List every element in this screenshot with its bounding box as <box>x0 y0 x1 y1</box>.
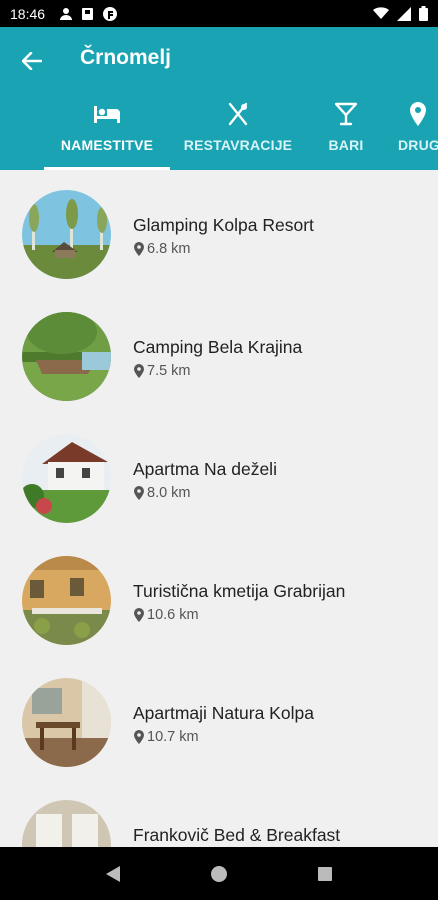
item-name: Turistična kmetija Grabrijan <box>133 581 346 601</box>
item-thumbnail <box>22 800 111 847</box>
save-notification-icon <box>82 7 94 20</box>
wifi-icon <box>373 7 389 19</box>
tab-bari[interactable]: BARI <box>318 101 374 170</box>
item-name: Glamping Kolpa Resort <box>133 215 314 235</box>
location-pin-icon <box>134 486 144 500</box>
distance-value: 6.8 km <box>147 241 191 257</box>
fork-knife-icon <box>228 102 248 126</box>
list-item[interactable]: Camping Bela Krajina 7.5 km <box>0 292 438 414</box>
item-name: Camping Bela Krajina <box>133 337 303 357</box>
item-distance: 7.5 km <box>134 363 191 379</box>
item-thumbnail <box>22 678 111 767</box>
bed-icon <box>94 106 120 123</box>
distance-value: 10.6 km <box>147 607 199 623</box>
item-thumbnail <box>22 190 111 279</box>
item-distance: 10.6 km <box>134 607 199 623</box>
item-distance: 10.7 km <box>134 729 199 745</box>
nav-recents-icon[interactable] <box>317 866 333 882</box>
tab-label: BARI <box>328 137 364 153</box>
tab-label: DRUG <box>398 137 438 153</box>
nav-home-icon[interactable] <box>210 865 228 883</box>
status-bar: 18:46 <box>0 0 438 27</box>
page-title: Črnomelj <box>80 46 172 69</box>
accommodation-list[interactable]: Glamping Kolpa Resort 6.8 km Camping Bel… <box>0 170 438 847</box>
status-time: 18:46 <box>10 5 46 22</box>
account-icon <box>60 7 73 20</box>
item-name: Apartmaji Natura Kolpa <box>133 703 314 723</box>
item-thumbnail <box>22 434 111 523</box>
tab-drugo[interactable]: DRUG <box>398 101 438 170</box>
tab-namestitve[interactable]: NAMESTITVE <box>44 101 170 170</box>
back-button[interactable] <box>16 45 48 77</box>
distance-value: 8.0 km <box>147 485 191 501</box>
location-pin-icon <box>410 102 426 126</box>
tab-label: NAMESTITVE <box>60 137 154 153</box>
location-pin-icon <box>134 608 144 622</box>
arrow-back-icon <box>22 52 42 70</box>
distance-value: 10.7 km <box>147 729 199 745</box>
list-item[interactable]: Turistična kmetija Grabrijan 10.6 km <box>0 536 438 658</box>
nav-back-icon[interactable] <box>105 865 121 883</box>
app-notification-icon <box>103 6 118 21</box>
location-pin-icon <box>134 364 144 378</box>
signal-icon <box>397 6 411 21</box>
system-nav-bar <box>0 847 438 900</box>
item-name: Frankovič Bed & Breakfast <box>133 825 341 845</box>
battery-icon <box>419 6 428 21</box>
item-distance: 8.0 km <box>134 485 191 501</box>
tab-restavracije[interactable]: RESTAVRACIJE <box>178 101 298 170</box>
list-item[interactable]: Glamping Kolpa Resort 6.8 km <box>0 170 438 292</box>
list-item[interactable]: Frankovič Bed & Breakfast <box>0 780 438 847</box>
item-thumbnail <box>22 312 111 401</box>
list-item[interactable]: Apartma Na deželi 8.0 km <box>0 414 438 536</box>
tab-label: RESTAVRACIJE <box>183 137 293 153</box>
category-tabs: NAMESTITVE RESTAVRACIJE BARI DRUG <box>0 101 438 170</box>
list-item[interactable]: Apartmaji Natura Kolpa 10.7 km <box>0 658 438 780</box>
location-pin-icon <box>134 730 144 744</box>
cocktail-icon <box>335 102 357 126</box>
item-distance: 6.8 km <box>134 241 191 257</box>
item-name: Apartma Na deželi <box>133 459 277 479</box>
distance-value: 7.5 km <box>147 363 191 379</box>
location-pin-icon <box>134 242 144 256</box>
item-thumbnail <box>22 556 111 645</box>
app-bar: Črnomelj NAMESTITVE RESTAVRACIJE BARI DR… <box>0 27 438 170</box>
